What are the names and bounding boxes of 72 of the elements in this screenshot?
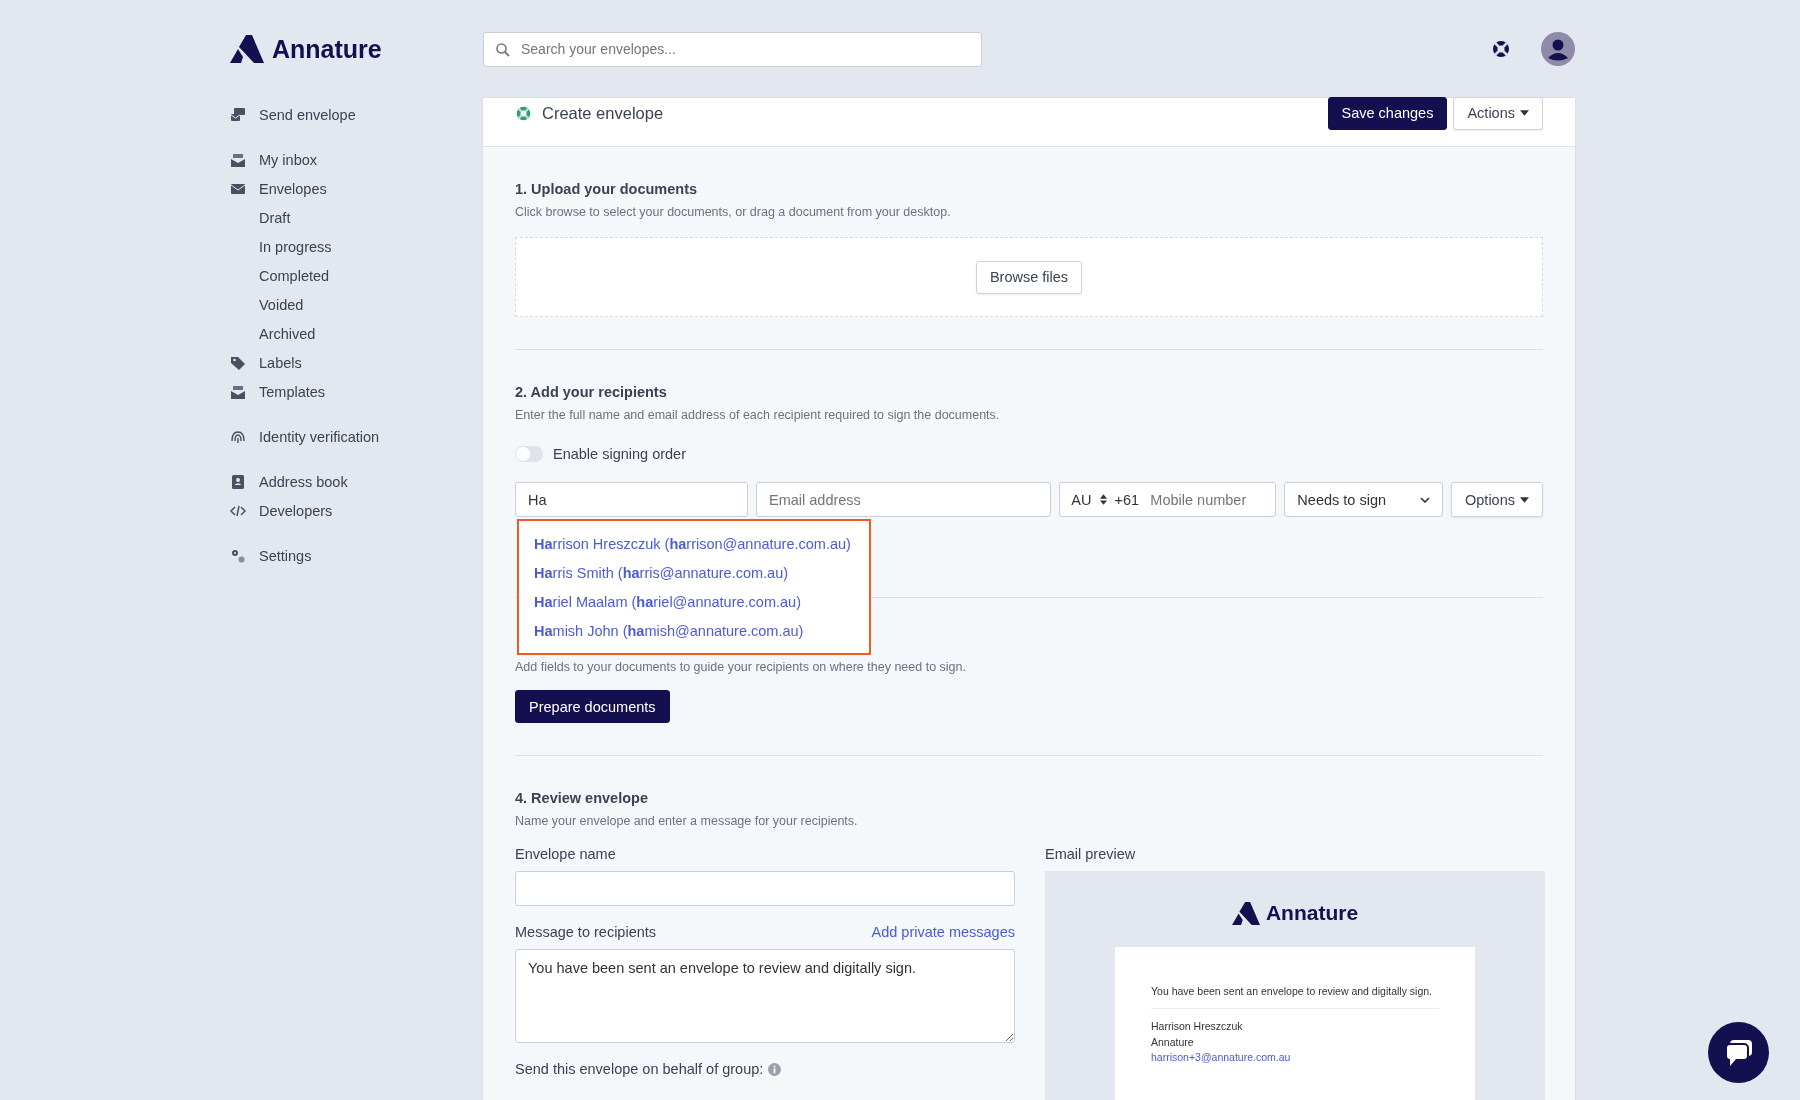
sender-email: harrison+3@annature.com.au xyxy=(1151,1050,1292,1066)
identity-nav-icon xyxy=(230,428,246,445)
message-field[interactable]: You have been sent an envelope to review and digitally sign. xyxy=(515,949,1015,1043)
lifebuoy-icon[interactable] xyxy=(1491,39,1511,59)
section-description: Add fields to your documents to guide your recipients on where they need to sign. xyxy=(515,660,967,674)
section-description: Click browse to select your documents, or drag a document from your desktop. xyxy=(515,205,952,219)
section-title: 4. Review envelope xyxy=(515,790,649,806)
sidebar-item[interactable]: Address book xyxy=(230,467,483,496)
dial-code: +61 xyxy=(1114,491,1140,508)
sidebar-item[interactable]: Send envelope xyxy=(230,100,483,129)
options-button[interactable]: Options xyxy=(1451,482,1543,517)
sidebar-item[interactable]: Identity verification xyxy=(230,422,483,451)
toggle-switch[interactable] xyxy=(515,446,543,462)
brand-name: Annature xyxy=(272,34,382,64)
suggestion-item[interactable]: Hariel Maalam (hariel@annature.com.au) xyxy=(519,587,869,616)
search-field[interactable]: Search your envelopes... xyxy=(483,31,982,67)
settings-nav-icon xyxy=(230,547,246,564)
sort-icon xyxy=(1099,494,1107,505)
role-select[interactable]: Needs to sign xyxy=(1284,482,1443,517)
sidebar-subitem[interactable]: Voided xyxy=(230,290,483,319)
sidebar-item[interactable]: Developers xyxy=(230,496,483,525)
field-label: Envelope name xyxy=(515,846,617,862)
section-title: 1. Upload your documents xyxy=(515,181,699,197)
envelope-name-field[interactable] xyxy=(515,871,1015,906)
caret-icon xyxy=(1520,110,1529,116)
brand-name: Annature xyxy=(1265,901,1359,925)
send-nav-icon xyxy=(230,106,246,123)
sidebar-subitem[interactable]: Completed xyxy=(230,261,483,290)
sidebar-item[interactable]: My inbox xyxy=(230,145,483,174)
add-private-messages-link[interactable]: Add private messages xyxy=(871,924,1015,940)
email-message: You have been sent an envelope to review and digitally sign. xyxy=(1151,983,1439,1009)
sender-company: Annature xyxy=(1151,1034,1195,1050)
section-description: Name your envelope and enter a message for your recipients. xyxy=(515,814,859,828)
label-nav-icon xyxy=(230,354,246,371)
field-label: Email preview xyxy=(1045,846,1137,862)
field-label: Send this envelope on behalf of group: xyxy=(515,1061,764,1077)
chat-button[interactable] xyxy=(1708,1022,1769,1083)
browse-button[interactable]: Browse files xyxy=(975,260,1083,294)
section-description: Enter the full name and email address of each recipient required to sign the documents. xyxy=(515,408,1001,422)
book-nav-icon xyxy=(230,473,246,490)
sidebar-item[interactable]: Labels xyxy=(230,348,483,377)
caret-icon xyxy=(1520,496,1529,503)
prepare-button[interactable]: Prepare documents xyxy=(515,690,670,723)
section-title: 2. Add your recipients xyxy=(515,384,668,400)
suggestion-item[interactable]: Hamish John (hamish@annature.com.au) xyxy=(519,616,869,645)
avatar-icon[interactable] xyxy=(1541,32,1575,66)
sidebar-item[interactable]: Envelopes xyxy=(230,174,483,203)
page-title: Create envelope xyxy=(542,103,664,123)
save-button[interactable]: Save changes xyxy=(1327,96,1448,130)
actions-button[interactable]: Actions xyxy=(1453,96,1543,130)
inbox-nav-icon xyxy=(230,151,246,168)
field-label: Message to recipients xyxy=(515,924,657,940)
sidebar-subitem[interactable]: Archived xyxy=(230,319,483,348)
template-nav-icon xyxy=(230,383,246,400)
logo-icon xyxy=(1231,901,1260,925)
drop-zone[interactable]: Browse files xyxy=(515,237,1543,317)
sidebar-subitem[interactable]: Draft xyxy=(230,203,483,232)
country-code[interactable]: AU xyxy=(1071,491,1092,508)
sidebar-item[interactable]: Templates xyxy=(230,377,483,406)
search-icon xyxy=(495,41,511,58)
toggle-label: Enable signing order xyxy=(553,446,686,462)
email-field[interactable]: Email address xyxy=(756,482,1052,517)
info-icon xyxy=(768,1062,782,1076)
sender-name: Harrison Hreszczuk xyxy=(1151,1018,1244,1034)
suggestion-item[interactable]: Harris Smith (harris@annature.com.au) xyxy=(519,558,869,587)
name-field[interactable]: Ha xyxy=(515,482,748,517)
sidebar-subitem[interactable]: In progress xyxy=(230,232,483,261)
suggestion-item[interactable]: Harrison Hreszczuk (harrison@annature.com.au) xyxy=(519,529,869,558)
lifebuoy-icon xyxy=(515,104,532,122)
logo-icon xyxy=(230,35,264,63)
sidebar-item[interactable]: Settings xyxy=(230,541,483,570)
chevron-down-icon xyxy=(1420,496,1430,503)
